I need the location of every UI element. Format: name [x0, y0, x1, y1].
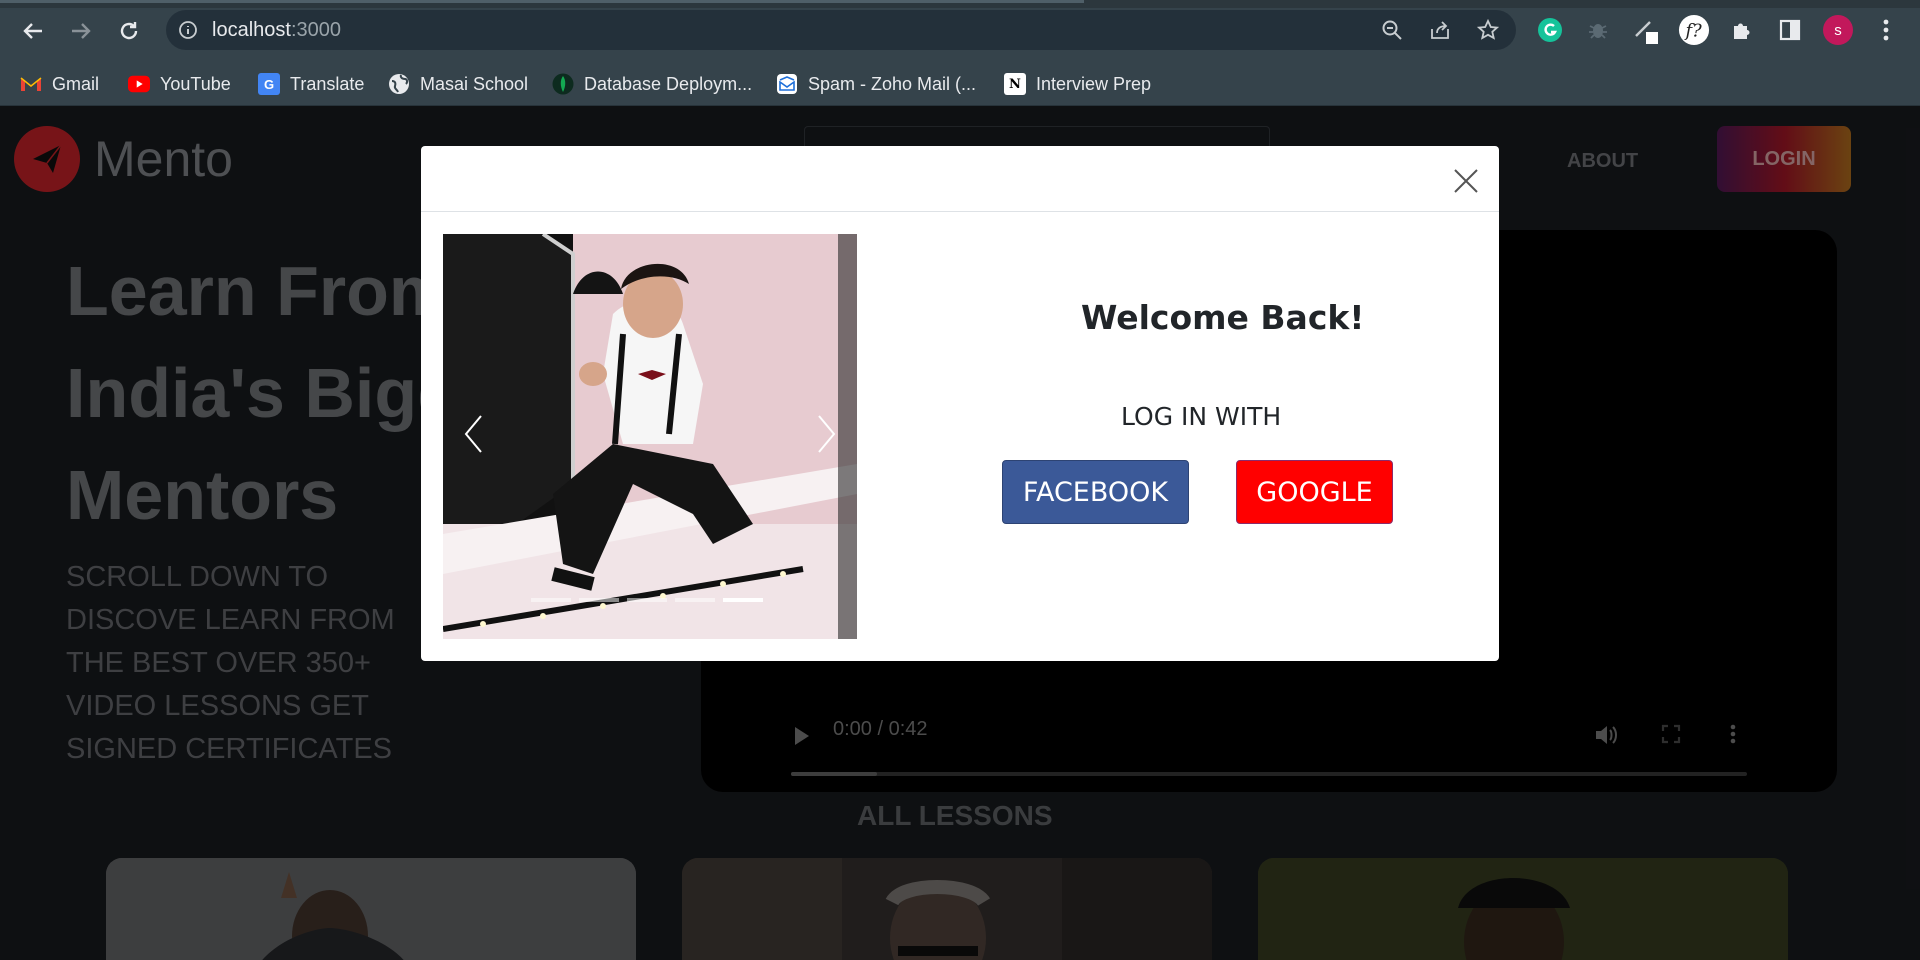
active-tab-indicator [0, 0, 1084, 3]
globe-icon [388, 73, 410, 95]
arrow-right-icon [72, 23, 91, 39]
zoho-mail-icon [776, 73, 798, 95]
chevron-right-icon [818, 415, 836, 453]
carousel-indicators [531, 598, 763, 602]
bookmark-zoho-mail[interactable]: Spam - Zoho Mail (... [776, 72, 976, 96]
chevron-left-icon [464, 415, 482, 453]
side-panel-icon[interactable] [1774, 14, 1806, 46]
address-bar[interactable]: localhost:3000 [166, 10, 1516, 50]
login-with-label: LOG IN WITH [1121, 402, 1282, 431]
mentor-carousel[interactable] [443, 234, 857, 639]
facebook-login-button[interactable]: FACEBOOK [1002, 460, 1189, 524]
bookmark-masai-school[interactable]: Masai School [388, 72, 528, 96]
bookmark-gmail[interactable]: Gmail [20, 72, 99, 96]
info-icon[interactable] [176, 18, 200, 42]
modal-close-button[interactable] [1449, 164, 1483, 198]
carousel-next-button[interactable] [807, 404, 847, 464]
bug-extension-icon[interactable] [1582, 14, 1614, 46]
url-text: localhost:3000 [212, 19, 341, 41]
carousel-indicator[interactable] [675, 598, 715, 602]
reload-button[interactable] [112, 14, 146, 48]
browser-toolbar: localhost:3000 f? S [0, 0, 1920, 60]
bookmarks-bar: Gmail YouTube G Translate Masai School D… [0, 60, 1920, 106]
modal-header [421, 146, 1499, 212]
modal-title: Welcome Back! [1081, 298, 1365, 337]
profile-avatar[interactable]: S [1822, 14, 1854, 46]
share-icon[interactable] [1428, 18, 1452, 42]
google-login-button[interactable]: GOOGLE [1236, 460, 1393, 524]
bookmark-interview-prep[interactable]: N Interview Prep [1004, 72, 1151, 96]
pen-extension-icon[interactable] [1630, 14, 1662, 46]
close-icon [1454, 169, 1478, 193]
mongodb-icon [552, 73, 574, 95]
bookmark-youtube[interactable]: YouTube [128, 72, 231, 96]
youtube-icon [128, 73, 150, 95]
tab-strip [0, 0, 1920, 8]
zoom-icon[interactable] [1380, 18, 1404, 42]
star-icon[interactable] [1476, 18, 1500, 42]
bookmark-translate[interactable]: G Translate [258, 72, 364, 96]
function-extension-icon[interactable]: f? [1678, 14, 1710, 46]
svg-text:f?: f? [1684, 21, 1703, 42]
profile-initial: S [1834, 21, 1842, 39]
kebab-menu-icon[interactable] [1870, 14, 1902, 46]
reload-icon [120, 22, 138, 40]
login-modal: Welcome Back! LOG IN WITH FACEBOOK GOOGL… [421, 146, 1499, 661]
notion-icon: N [1004, 73, 1026, 95]
carousel-indicator[interactable] [627, 598, 667, 602]
grammarly-icon[interactable] [1534, 14, 1566, 46]
carousel-indicator-active[interactable] [723, 598, 763, 602]
bookmark-database-deployment[interactable]: Database Deploym... [552, 72, 752, 96]
forward-button[interactable] [64, 14, 98, 48]
mentor-photo [443, 234, 857, 639]
carousel-indicator[interactable] [531, 598, 571, 602]
gmail-icon [20, 73, 42, 95]
puzzle-icon[interactable] [1726, 14, 1758, 46]
back-button[interactable] [16, 14, 50, 48]
arrow-left-icon [23, 23, 42, 39]
carousel-prev-button[interactable] [453, 404, 493, 464]
translate-icon: G [258, 73, 280, 95]
carousel-indicator[interactable] [579, 598, 619, 602]
